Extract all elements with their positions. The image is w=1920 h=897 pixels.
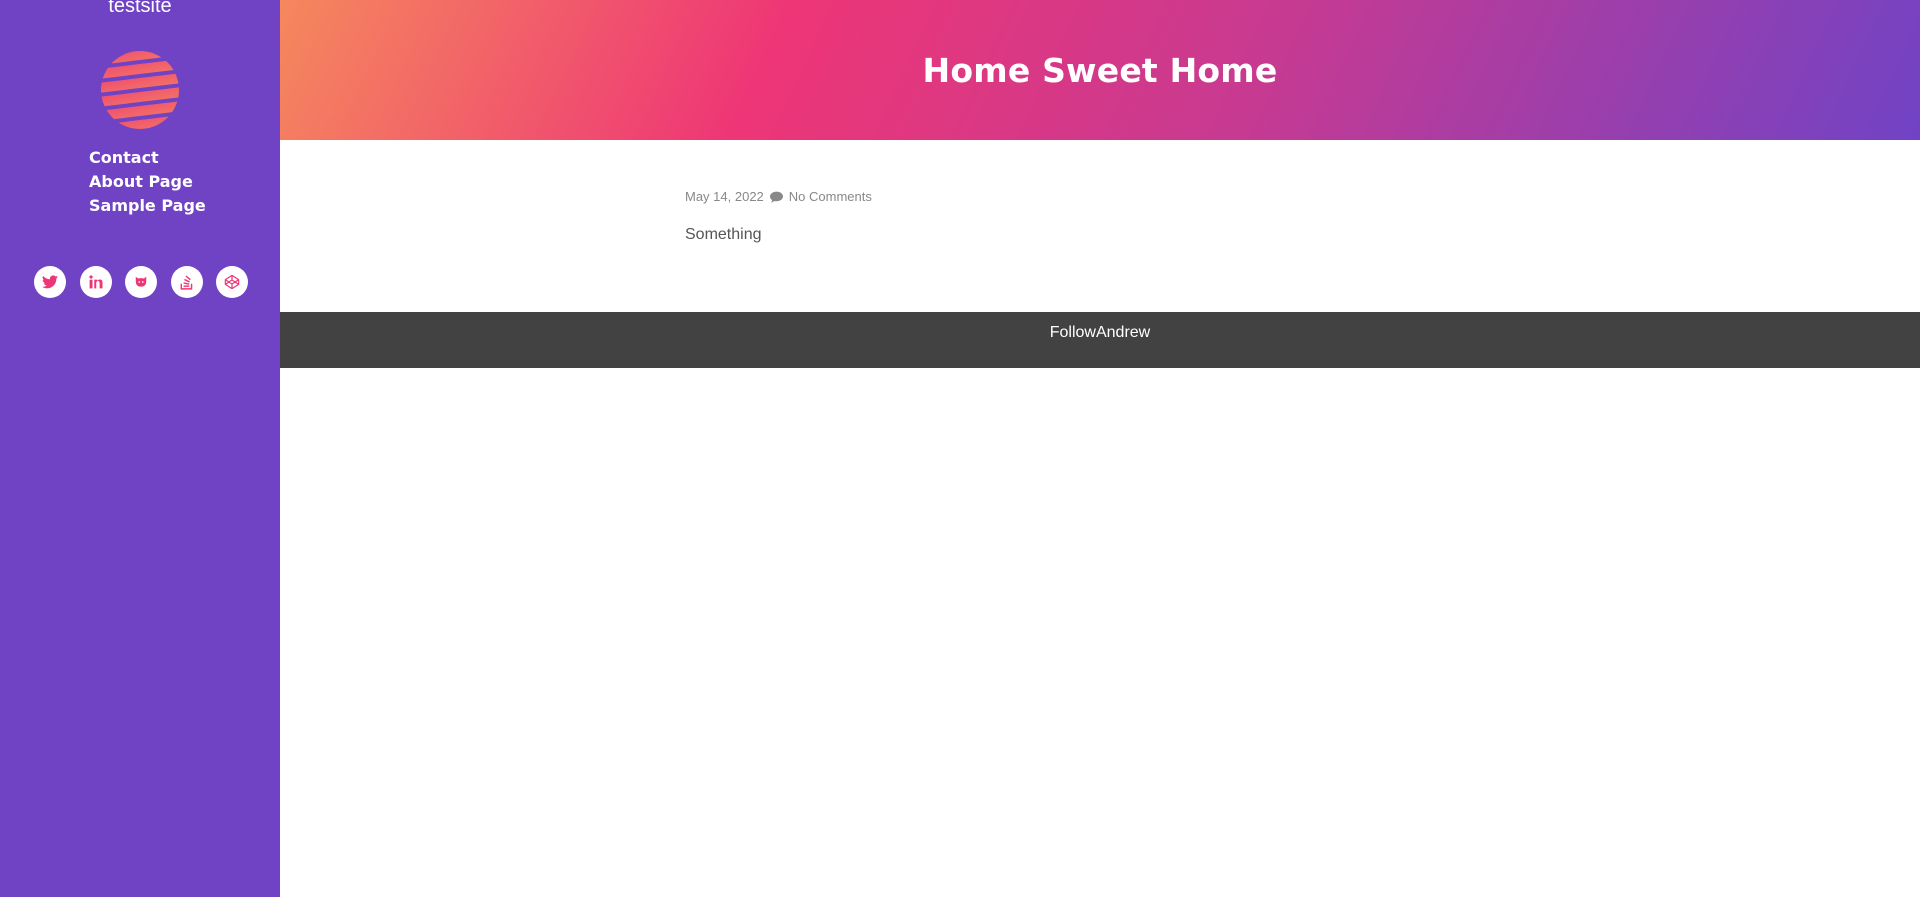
footer-text: FollowAndrew — [1049, 324, 1151, 341]
stackoverflow-link[interactable] — [170, 266, 203, 298]
sidebar-nav: Contact About Page Sample Page — [89, 146, 206, 218]
post-content: Something — [685, 226, 762, 243]
nav-link-about[interactable]: About Page — [89, 172, 193, 191]
linkedin-icon — [88, 275, 103, 289]
twitter-link[interactable] — [34, 266, 66, 298]
post-comments-link[interactable]: No Comments — [789, 189, 872, 204]
sidebar: testsite Contact About Page Sample Page — [0, 0, 280, 897]
post-date[interactable]: May 14, 2022 — [685, 189, 764, 204]
post-meta: May 14, 2022 No Comments — [685, 189, 872, 204]
github-icon — [135, 276, 147, 287]
hero-banner: Home Sweet Home — [280, 0, 1920, 140]
stackoverflow-icon — [180, 275, 192, 290]
footer: FollowAndrew — [280, 312, 1920, 368]
social-links — [34, 266, 248, 298]
linkedin-link[interactable] — [79, 266, 112, 298]
page-title: Home Sweet Home — [922, 50, 1278, 90]
codepen-link[interactable] — [216, 266, 248, 298]
twitter-icon — [42, 275, 58, 289]
logo-sphere-icon[interactable] — [100, 50, 180, 130]
nav-link-sample[interactable]: Sample Page — [89, 196, 206, 215]
github-link[interactable] — [125, 266, 157, 298]
nav-link-contact[interactable]: Contact — [89, 148, 159, 167]
comment-icon — [769, 191, 783, 203]
site-title[interactable]: testsite — [0, 0, 280, 18]
codepen-icon — [224, 274, 240, 290]
